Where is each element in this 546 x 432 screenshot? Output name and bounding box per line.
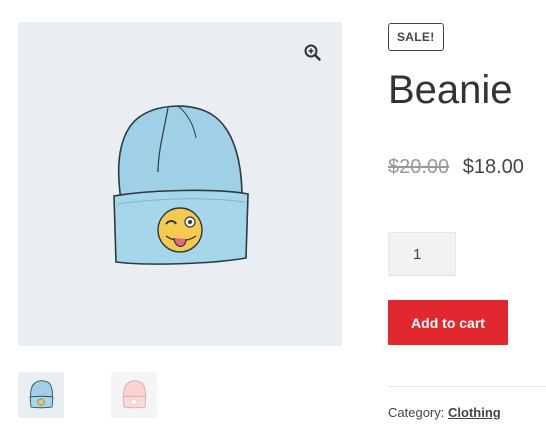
magnifier-plus-icon bbox=[304, 44, 321, 61]
product-meta: Category: Clothing bbox=[388, 405, 501, 420]
category-label: Category: bbox=[388, 405, 445, 420]
product-main-image[interactable] bbox=[18, 22, 342, 346]
sale-badge: SALE! bbox=[388, 23, 444, 51]
gallery-thumbnail-blue-beanie[interactable] bbox=[18, 372, 64, 418]
zoom-button[interactable] bbox=[296, 36, 328, 68]
blue-beanie-thumbnail bbox=[29, 380, 54, 409]
sale-price: $18.00 bbox=[462, 156, 524, 178]
regular-price: $20.00 bbox=[388, 156, 450, 178]
product-price: $20.00 $18.00 bbox=[388, 153, 524, 181]
gallery-thumbnail-pink-beanie[interactable] bbox=[111, 372, 157, 418]
pink-beanie-thumbnail bbox=[122, 380, 147, 409]
product-title: Beanie bbox=[388, 68, 513, 112]
add-to-cart-button[interactable]: Add to cart bbox=[388, 300, 508, 345]
category-link-clothing[interactable]: Clothing bbox=[448, 405, 501, 420]
quantity-input[interactable] bbox=[388, 232, 456, 276]
product-gallery-main bbox=[18, 22, 342, 346]
divider bbox=[388, 386, 546, 387]
